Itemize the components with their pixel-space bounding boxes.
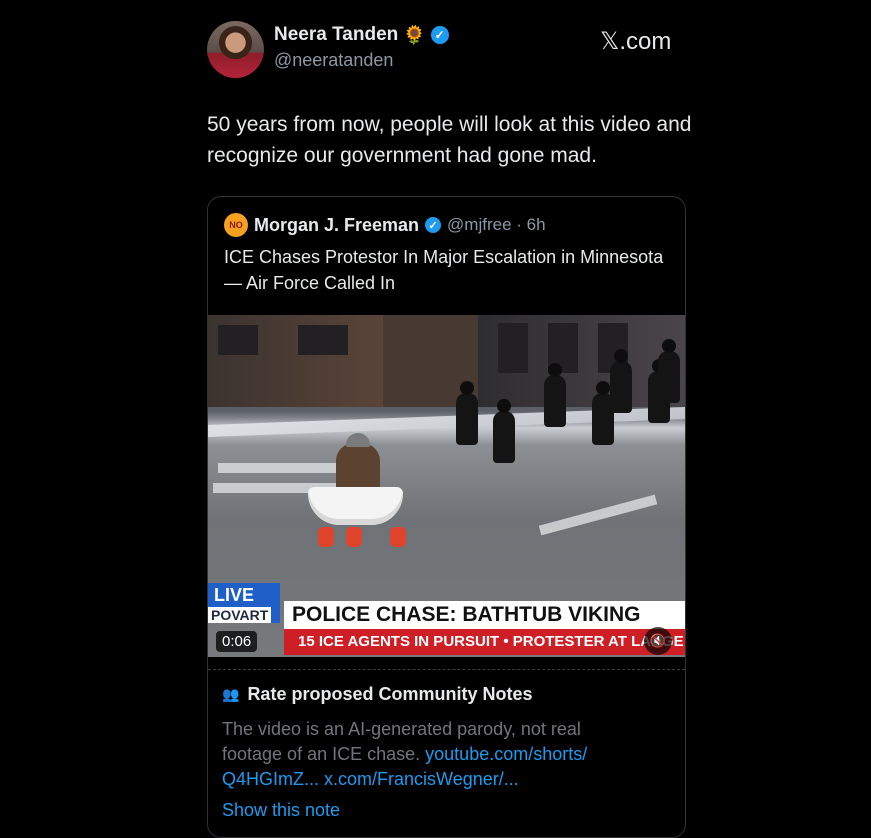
live-label: LIVE [214, 585, 255, 605]
crosswalk [538, 494, 658, 536]
quote-author-name[interactable]: Morgan J. Freeman [254, 215, 419, 236]
building [208, 315, 383, 407]
tweet-text: 50 years from now, people will look at t… [207, 113, 692, 167]
community-notes-panel: 👥 Rate proposed Community Notes The vide… [208, 669, 685, 821]
agent-figure [544, 363, 566, 427]
live-sub-label: POVART [208, 607, 272, 623]
crosswalk [218, 463, 348, 473]
agent-figure [658, 339, 680, 403]
news-ticker: 15 ICE AGENTS IN PURSUIT • PROTESTER AT … [284, 629, 685, 655]
people-icon: 👥 [222, 686, 240, 702]
community-notes-title: Rate proposed Community Notes [247, 684, 533, 704]
verified-badge-icon: ✓ [425, 217, 442, 233]
wheel [346, 527, 362, 547]
verified-badge-icon: ✓ [430, 26, 449, 44]
author-avatar[interactable] [207, 21, 264, 78]
bathtub [308, 487, 403, 525]
author-handle[interactable]: @neeratanden [274, 50, 393, 71]
mute-icon[interactable]: 🔇 [644, 627, 672, 655]
wheel [318, 527, 334, 547]
quote-avatar[interactable]: NO [224, 213, 248, 237]
quote-header: NO Morgan J. Freeman ✓ @mjfree · 6h [224, 213, 546, 237]
site-watermark: 𝕏.com [600, 28, 672, 55]
community-notes-header: 👥 Rate proposed Community Notes [222, 684, 671, 705]
viking-figure [336, 433, 380, 493]
quoted-tweet[interactable]: NO Morgan J. Freeman ✓ @mjfree · 6h ICE … [207, 196, 686, 838]
community-notes-body: The video is an AI-generated parody, not… [222, 717, 642, 792]
video-timer: 0:06 [216, 631, 258, 652]
quote-text: ICE Chases Protestor In Major Escalation… [224, 247, 664, 293]
agent-figure [610, 349, 632, 413]
agent-figure [456, 381, 478, 445]
note-link-x[interactable]: x.com/FrancisWegner/... [324, 769, 519, 789]
quote-meta: @mjfree · 6h [447, 215, 546, 234]
author-name-row: Neera Tanden 🌻 ✓ [274, 24, 449, 46]
video-player[interactable]: LIVE POVART POLICE CHASE: BATHTUB VIKING… [208, 315, 685, 657]
live-badge: LIVE POVART [208, 583, 280, 623]
wheel [390, 527, 406, 547]
show-note-link[interactable]: Show this note [222, 800, 671, 821]
sunflower-emoji: 🌻 [403, 25, 426, 45]
news-headline: POLICE CHASE: BATHTUB VIKING [284, 601, 685, 629]
agent-figure [493, 399, 515, 463]
author-name[interactable]: Neera Tanden [274, 24, 398, 46]
